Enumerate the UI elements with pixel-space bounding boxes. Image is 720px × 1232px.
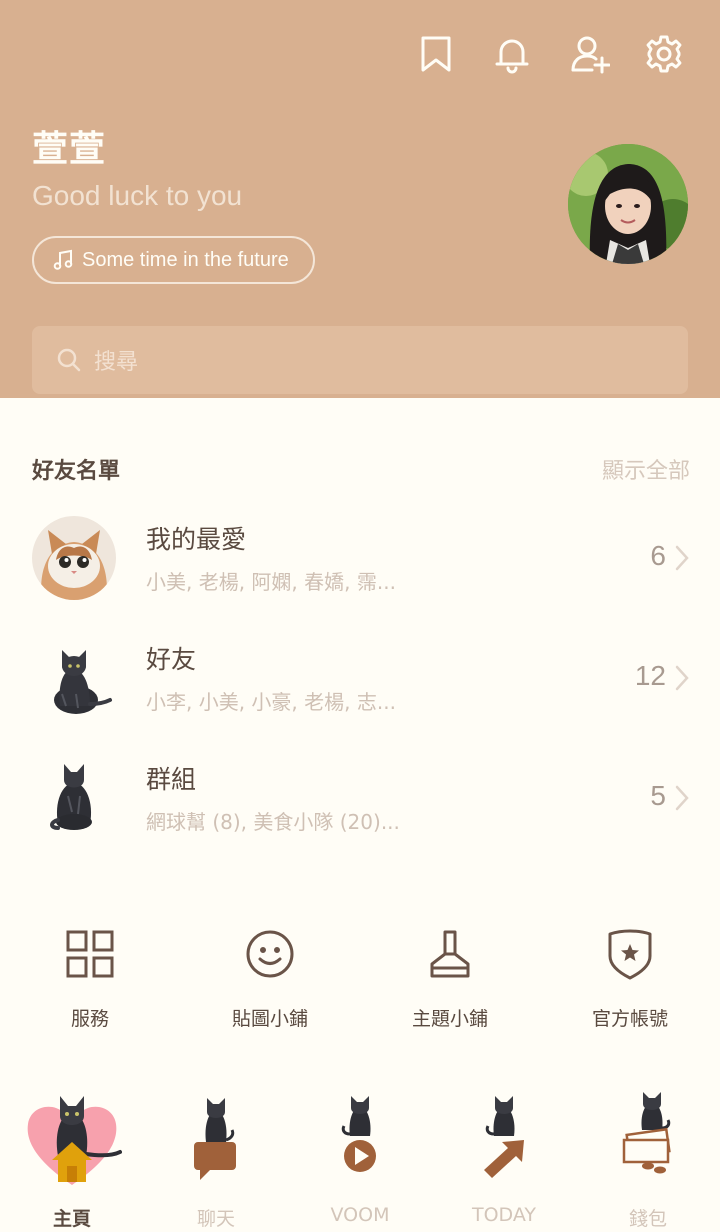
show-all-link[interactable]: 顯示全部 (602, 453, 690, 485)
tab-today[interactable]: TODAY (432, 1086, 576, 1232)
groups-cat-avatar (32, 756, 116, 840)
service-label: 官方帳號 (591, 1008, 668, 1030)
tab-chat[interactable]: 聊天 (144, 1086, 288, 1232)
gear-icon[interactable] (644, 34, 684, 74)
chat-icon (194, 1098, 236, 1180)
search-placeholder: 搜尋 (94, 350, 139, 375)
tab-label: VOOM (330, 1204, 390, 1226)
chevron-right-icon (675, 545, 689, 571)
bottom-tab-bar: 主頁 聊天 VOOM TODAY 錢包 (0, 1086, 720, 1232)
search-input[interactable]: 搜尋 (32, 326, 688, 394)
list-item-friends[interactable]: 好友 小李, 小美, 小豪, 老楊, 志... 12 (0, 636, 720, 746)
tab-label: 主頁 (52, 1208, 91, 1230)
tab-wallet[interactable]: 錢包 (576, 1086, 720, 1232)
chevron-right-icon (675, 665, 689, 691)
row-subtitle: 小美, 老楊, 阿嫻, 春嬌, 霈... (146, 570, 396, 594)
grid-icon (66, 930, 114, 978)
friends-cat-avatar (32, 636, 116, 720)
friends-list-title: 好友名單 (32, 459, 121, 484)
search-icon (57, 348, 81, 372)
add-friend-icon[interactable] (570, 34, 611, 74)
row-count: 5 (650, 780, 666, 811)
tab-label: 聊天 (196, 1208, 235, 1230)
arrow-icon (484, 1096, 524, 1178)
row-title: 我的最愛 (146, 525, 247, 554)
wallet-icon (622, 1092, 671, 1174)
profile-name[interactable]: 萱萱 (32, 120, 106, 172)
bookmark-icon[interactable] (416, 34, 456, 74)
list-item-groups[interactable]: 群組 網球幫 (8), 美食小隊 (20)... 5 (0, 756, 720, 866)
profile-header: 萱萱 Good luck to you Some time in the fut… (0, 0, 720, 398)
home-icon (27, 1096, 122, 1185)
status-message[interactable]: Good luck to you (32, 180, 242, 212)
theme-shop-button[interactable]: 主題小鋪 (360, 926, 540, 1036)
service-label: 主題小鋪 (411, 1008, 488, 1030)
row-subtitle: 小李, 小美, 小豪, 老楊, 志... (146, 690, 396, 714)
shield-star-icon (608, 929, 652, 980)
brush-icon (430, 930, 470, 978)
bell-icon[interactable] (492, 34, 532, 74)
play-icon (341, 1096, 376, 1172)
official-accounts-button[interactable]: 官方帳號 (540, 926, 720, 1036)
tab-label: 錢包 (628, 1208, 667, 1230)
tab-label: TODAY (472, 1204, 536, 1226)
favorites-avatar (32, 516, 116, 600)
row-subtitle: 網球幫 (8), 美食小隊 (20)... (146, 810, 400, 834)
row-title: 群組 (146, 765, 197, 794)
chevron-right-icon (675, 785, 689, 811)
row-count: 6 (650, 540, 666, 571)
profile-music-button[interactable]: Some time in the future (32, 236, 315, 284)
list-item-favorites[interactable]: 我的最愛 小美, 老楊, 阿嫻, 春嬌, 霈... 6 (0, 516, 720, 626)
service-label: 貼圖小鋪 (231, 1008, 308, 1030)
profile-avatar[interactable] (568, 144, 688, 264)
smiley-icon (246, 930, 294, 978)
tab-home[interactable]: 主頁 (0, 1086, 144, 1232)
music-note-icon (53, 249, 73, 270)
services-button[interactable]: 服務 (0, 926, 180, 1036)
tab-voom[interactable]: VOOM (288, 1086, 432, 1232)
music-title: Some time in the future (82, 248, 289, 271)
row-count: 12 (634, 660, 666, 691)
service-label: 服務 (70, 1008, 109, 1030)
sticker-shop-button[interactable]: 貼圖小鋪 (180, 926, 360, 1036)
row-title: 好友 (146, 645, 197, 674)
